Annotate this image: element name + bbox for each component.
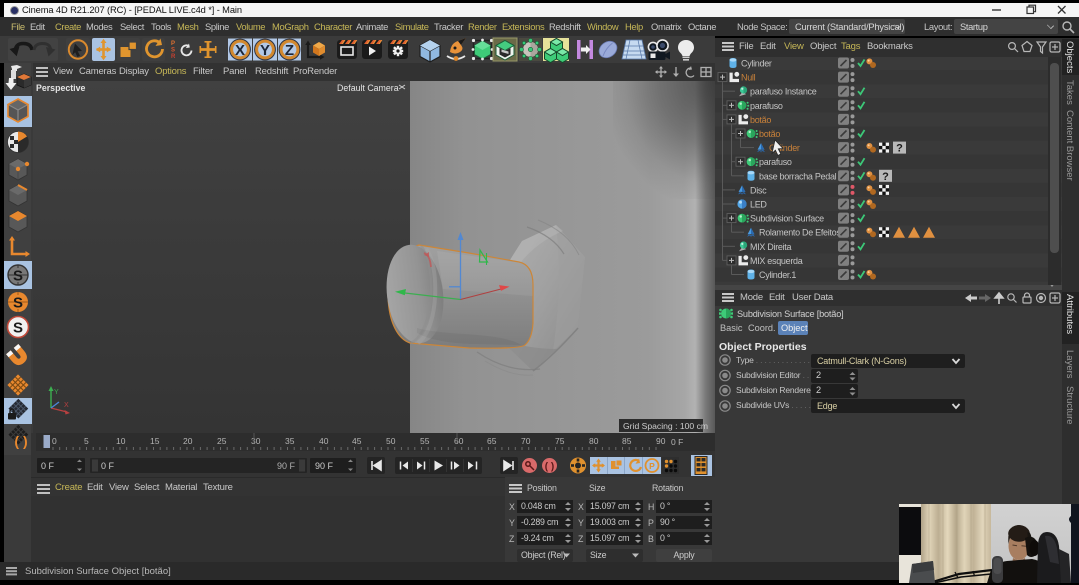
svg-text:botão: botão <box>759 129 780 139</box>
svg-text:?: ? <box>882 171 889 183</box>
svg-text:P: P <box>649 461 655 471</box>
svg-text:80: 80 <box>589 436 599 446</box>
svg-text:Cylinder.1: Cylinder.1 <box>759 270 796 280</box>
svg-text:parafuso: parafuso <box>750 101 783 111</box>
svg-text:MIX esquerda: MIX esquerda <box>750 256 803 266</box>
svg-text:Rolamento De Efeitos: Rolamento De Efeitos <box>759 228 841 238</box>
svg-text:60: 60 <box>454 436 464 446</box>
svg-text:45: 45 <box>352 436 362 446</box>
svg-text:X: X <box>64 402 69 409</box>
svg-text:S: S <box>13 320 23 337</box>
svg-text:Y: Y <box>260 42 270 59</box>
svg-text:S: S <box>171 48 175 54</box>
svg-text:40: 40 <box>319 436 329 446</box>
svg-text:50: 50 <box>386 436 396 446</box>
svg-text:Null: Null <box>741 73 756 83</box>
svg-text:65: 65 <box>487 436 497 446</box>
svg-text:MIX Direita: MIX Direita <box>750 242 792 252</box>
svg-text:0 F: 0 F <box>41 461 55 471</box>
svg-text:25: 25 <box>217 436 227 446</box>
svg-text:75: 75 <box>555 436 565 446</box>
svg-text:Disc: Disc <box>750 185 767 195</box>
svg-text:( ): ( ) <box>545 462 554 473</box>
svg-text:90 F: 90 F <box>315 461 334 471</box>
svg-text:base borracha Pedal: base borracha Pedal <box>759 171 837 181</box>
svg-text:Subdivision Surface: Subdivision Surface <box>750 214 824 224</box>
svg-text:30: 30 <box>251 436 261 446</box>
svg-text:85: 85 <box>622 436 632 446</box>
svg-text:Perspective: Perspective <box>36 83 85 93</box>
svg-text:S: S <box>13 268 23 285</box>
svg-text:Z: Z <box>285 42 294 59</box>
svg-text:( ): ( ) <box>14 433 27 449</box>
svg-text:?: ? <box>896 143 903 155</box>
svg-text:parafuso Instance: parafuso Instance <box>750 87 817 97</box>
svg-text:0 F: 0 F <box>671 437 683 447</box>
svg-text:15: 15 <box>150 436 160 446</box>
svg-text:S: S <box>13 295 23 312</box>
svg-text:parafuso: parafuso <box>759 157 792 167</box>
svg-text:X: X <box>235 42 245 59</box>
svg-text:10: 10 <box>116 436 126 446</box>
svg-text:P: P <box>171 41 175 47</box>
svg-text:Grid Spacing : 100 cm: Grid Spacing : 100 cm <box>623 421 708 431</box>
svg-text:70: 70 <box>521 436 531 446</box>
svg-text:Cylinder: Cylinder <box>741 59 772 69</box>
svg-text:0: 0 <box>52 436 57 446</box>
svg-text:5: 5 <box>84 436 89 446</box>
svg-text:Y: Y <box>54 389 59 396</box>
svg-text:botão: botão <box>750 115 771 125</box>
svg-text:LED: LED <box>750 200 767 210</box>
svg-text:R: R <box>171 54 176 60</box>
svg-text:90: 90 <box>656 436 666 446</box>
svg-text:55: 55 <box>420 436 430 446</box>
svg-text:90 F: 90 F <box>277 461 296 471</box>
svg-text:20: 20 <box>183 436 193 446</box>
svg-text:Default Camera: Default Camera <box>337 83 399 93</box>
svg-text:0 F: 0 F <box>101 461 115 471</box>
svg-text:35: 35 <box>285 436 295 446</box>
